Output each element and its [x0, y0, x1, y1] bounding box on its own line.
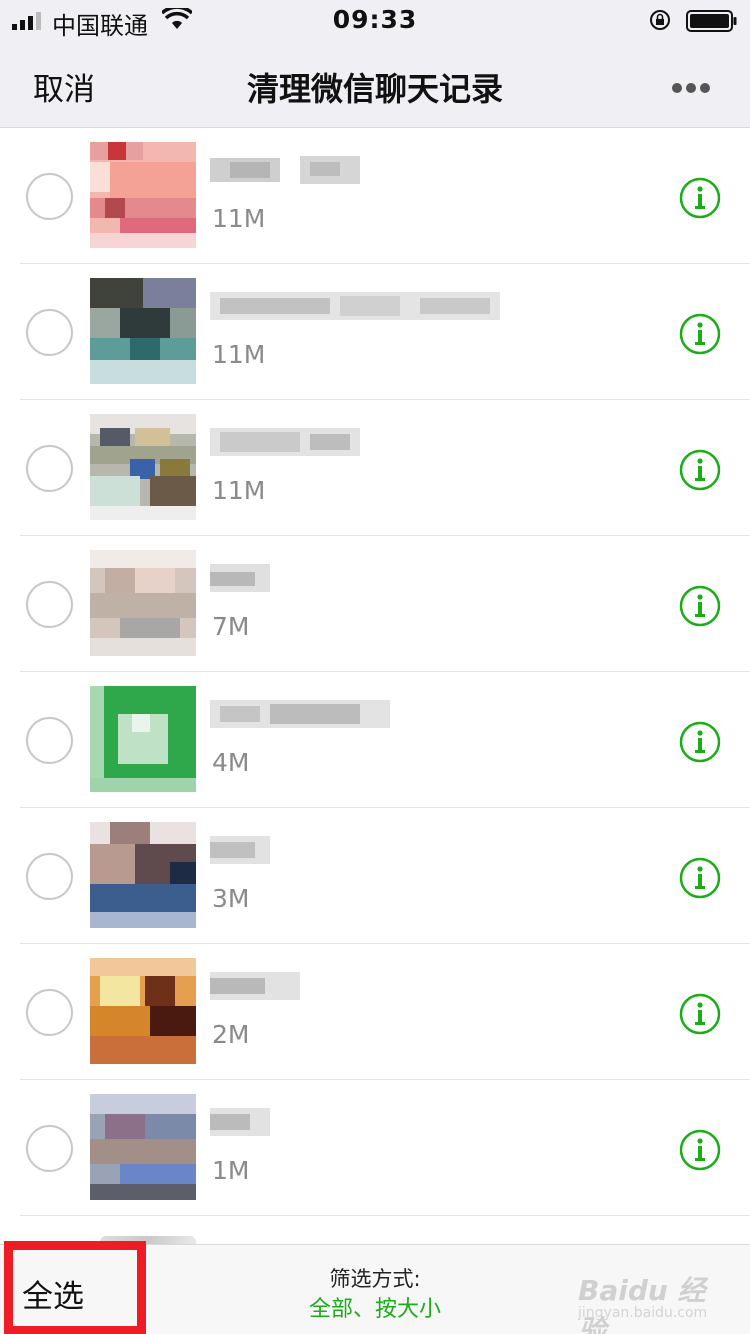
chat-size: 11M: [212, 204, 266, 233]
list-item[interactable]: 11M: [0, 264, 750, 400]
contact-name-blurred: [210, 1108, 270, 1136]
select-checkbox[interactable]: [26, 445, 73, 492]
battery-icon: [686, 10, 737, 32]
chat-size: 3M: [212, 884, 250, 913]
baidu-watermark: Baidu 经验 jingyan.baidu.com: [578, 1269, 728, 1334]
chat-list: 11M 11M 11M 7M 4M 3M 2M 1M: [0, 128, 750, 1244]
chat-size: 1M: [212, 1156, 250, 1185]
watermark-url: jingyan.baidu.com: [578, 1305, 708, 1321]
contact-name-blurred: [210, 150, 360, 190]
contact-name-blurred: [210, 700, 390, 728]
watermark-logo: Baidu 经验: [578, 1274, 706, 1334]
info-icon[interactable]: [679, 857, 721, 899]
chat-size: 11M: [212, 340, 266, 369]
contact-name-blurred: [210, 836, 270, 864]
avatar: [90, 142, 196, 248]
select-checkbox[interactable]: [26, 173, 73, 220]
contact-name-blurred: [210, 292, 500, 320]
navigation-bar: 取消 清理微信聊天记录: [0, 40, 750, 128]
list-item[interactable]: 11M: [0, 128, 750, 264]
info-icon[interactable]: [679, 1129, 721, 1171]
list-item[interactable]: 7M: [0, 536, 750, 672]
avatar: [90, 550, 196, 656]
info-icon[interactable]: [679, 449, 721, 491]
info-icon[interactable]: [679, 585, 721, 627]
select-checkbox[interactable]: [26, 717, 73, 764]
avatar: [90, 278, 196, 384]
info-icon[interactable]: [679, 177, 721, 219]
contact-name-blurred: [210, 564, 270, 592]
avatar: [90, 822, 196, 928]
bottom-toolbar: 全选 筛选方式: 全部、按大小 Baidu 经验 jingyan.baidu.c…: [0, 1241, 750, 1334]
list-item[interactable]: 11M: [0, 400, 750, 536]
info-icon[interactable]: [679, 993, 721, 1035]
status-bar: 中国联通 09:33: [0, 0, 750, 40]
select-checkbox[interactable]: [26, 581, 73, 628]
chat-size: 2M: [212, 1020, 250, 1049]
avatar: [90, 686, 196, 792]
page-title: 清理微信聊天记录: [246, 70, 503, 108]
chat-size: 11M: [212, 476, 266, 505]
info-icon[interactable]: [679, 313, 721, 355]
info-icon[interactable]: [679, 721, 721, 763]
avatar: [90, 1094, 196, 1200]
list-item-partial: [0, 1216, 750, 1244]
contact-name-blurred: [210, 972, 300, 1000]
chat-size: 7M: [212, 612, 250, 641]
select-checkbox[interactable]: [26, 989, 73, 1036]
list-item[interactable]: 4M: [0, 672, 750, 808]
chat-size: 4M: [212, 748, 250, 777]
rotation-lock-icon: [650, 10, 670, 30]
avatar: [90, 958, 196, 1064]
more-icon[interactable]: [672, 78, 718, 93]
clock: 09:33: [332, 5, 418, 34]
contact-name-blurred: [210, 428, 360, 456]
list-item[interactable]: 1M: [0, 1080, 750, 1216]
list-item[interactable]: 3M: [0, 808, 750, 944]
select-checkbox[interactable]: [26, 309, 73, 356]
avatar: [90, 414, 196, 520]
select-checkbox[interactable]: [26, 1125, 73, 1172]
list-item[interactable]: 2M: [0, 944, 750, 1080]
select-checkbox[interactable]: [26, 853, 73, 900]
